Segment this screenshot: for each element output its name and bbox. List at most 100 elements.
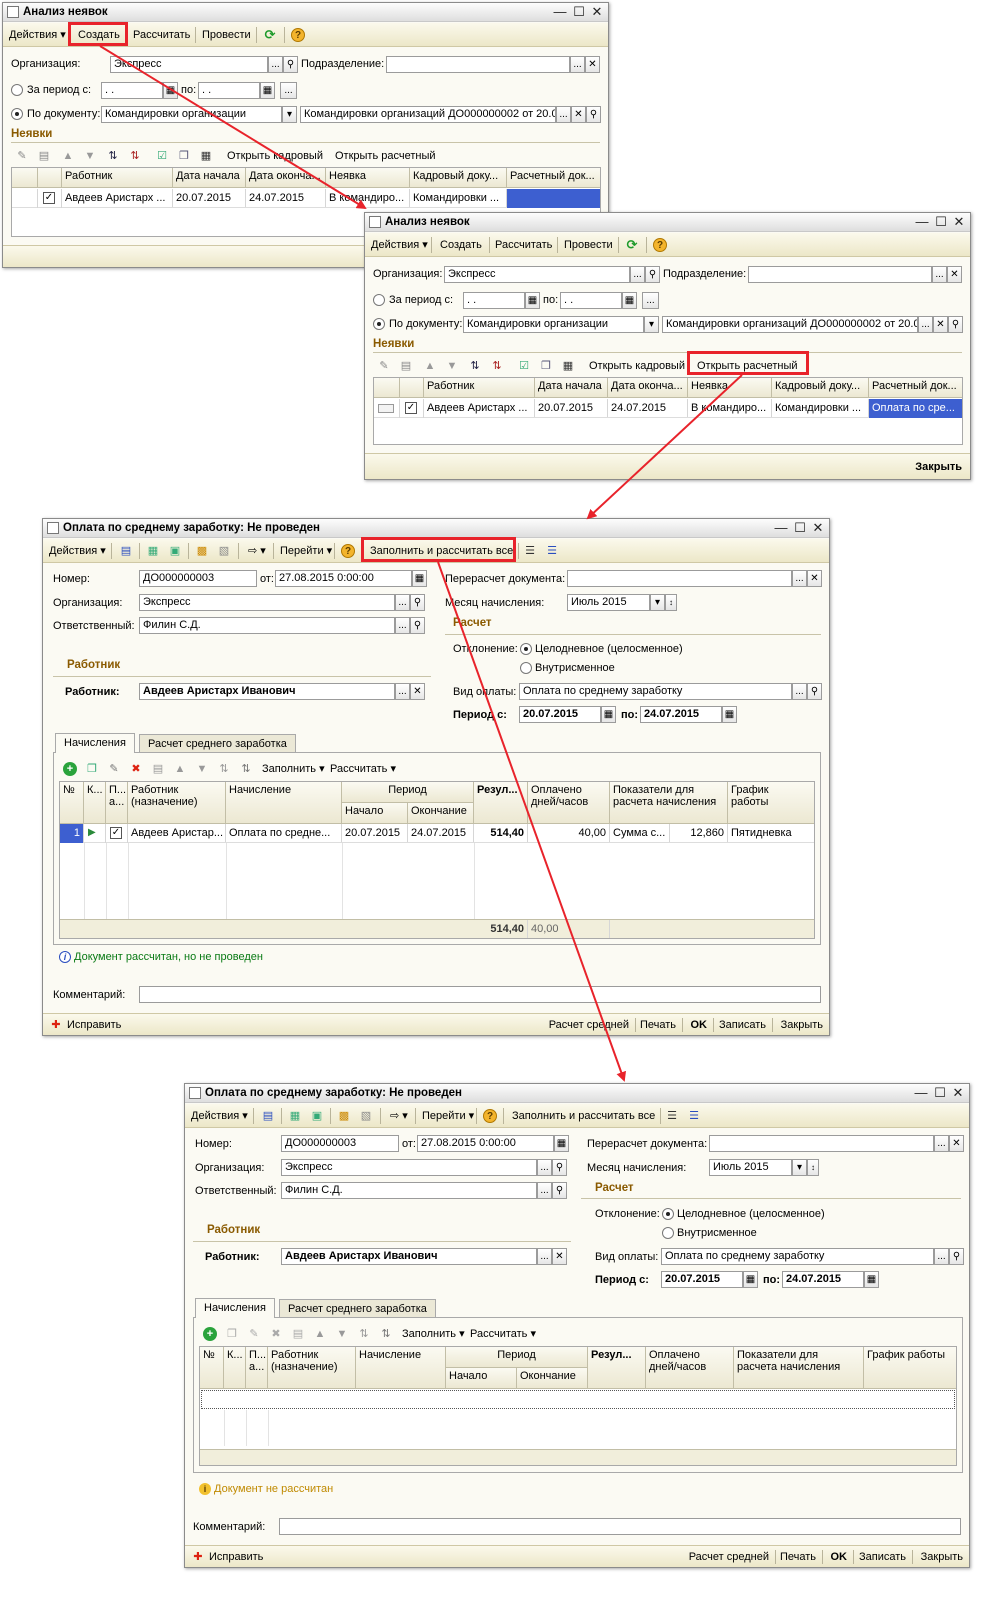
month-field[interactable]: Июль 2015 — [709, 1159, 792, 1176]
col-header-schedule[interactable]: График работы — [864, 1347, 956, 1389]
period-select-button[interactable]: ... — [280, 82, 297, 99]
sort-desc-icon[interactable]: ⇅ — [239, 762, 253, 776]
date-to-field[interactable]: . . — [560, 292, 622, 309]
table-row[interactable]: ✓ Авдеев Аристарх ... 20.07.2015 24.07.2… — [374, 399, 962, 418]
open-payroll-button[interactable]: Открыть расчетный — [694, 358, 801, 374]
move-down-icon[interactable]: ▼ — [195, 762, 209, 776]
doc-type-field[interactable]: Командировки организации — [463, 316, 644, 333]
table-row[interactable]: 1 ▶ ✓ Авдеев Аристар... Оплата по средне… — [60, 824, 814, 843]
fix-button[interactable]: Исправить — [209, 1549, 263, 1565]
date-to-field[interactable]: . . — [198, 82, 260, 99]
maximize-icon[interactable]: ☐ — [932, 1085, 948, 1101]
chevron-down-icon[interactable]: ▾ — [282, 106, 297, 123]
add-copy-icon[interactable]: ❐ — [85, 762, 99, 776]
org-field[interactable]: Экспресс — [139, 594, 395, 611]
help-icon[interactable]: ? — [653, 238, 667, 252]
move-up-icon[interactable]: ▲ — [173, 762, 187, 776]
edit-icon[interactable]: ✎ — [377, 359, 391, 373]
save-icon[interactable]: ▤ — [291, 1327, 305, 1341]
unpost-icon[interactable]: ▣ — [310, 1109, 324, 1123]
edit-icon[interactable]: ✎ — [247, 1327, 261, 1341]
row-checkbox[interactable]: ✓ — [405, 402, 417, 414]
clear-icon[interactable]: ✕ — [807, 570, 822, 587]
help-icon[interactable]: ? — [483, 1109, 497, 1123]
col-header-p[interactable]: П... а... — [246, 1347, 268, 1389]
create-button[interactable]: Создать — [75, 27, 123, 43]
tab-accruals[interactable]: Начисления — [55, 733, 135, 753]
worker-select-button[interactable]: ... — [537, 1248, 552, 1265]
recalc-select-button[interactable]: ... — [934, 1135, 949, 1152]
cell-selected[interactable]: Оплата по сре... — [869, 399, 962, 418]
intra-shift-radio[interactable] — [662, 1227, 674, 1239]
close-button[interactable]: Закрыть — [915, 459, 962, 475]
search-icon[interactable]: ⚲ — [410, 617, 425, 634]
dept-field[interactable] — [386, 56, 570, 73]
sort-asc-icon[interactable]: ⇅ — [357, 1327, 371, 1341]
search-icon[interactable]: ⚲ — [645, 266, 660, 283]
doc-select-button[interactable]: ... — [556, 106, 571, 123]
create-button[interactable]: Создать — [437, 237, 485, 253]
maximize-icon[interactable]: ☐ — [792, 520, 808, 536]
period-radio[interactable] — [11, 84, 23, 96]
by-document-radio[interactable] — [11, 108, 23, 120]
goto-menu[interactable]: Перейти ▾ — [277, 543, 335, 559]
col-header-k[interactable]: К... — [224, 1347, 246, 1389]
clear-icon[interactable]: ✕ — [410, 683, 425, 700]
close-icon[interactable]: ✕ — [810, 520, 826, 536]
calendar-icon[interactable]: ▦ — [601, 706, 616, 723]
number-field[interactable]: ДО000000003 — [139, 570, 257, 587]
avg-calc-button[interactable]: Расчет средней — [689, 1549, 769, 1565]
check-all-icon[interactable]: ☑ — [155, 149, 169, 163]
search-icon[interactable]: ⚲ — [586, 106, 601, 123]
col-header-n[interactable]: № — [200, 1347, 224, 1389]
org-field[interactable]: Экспресс — [444, 266, 630, 283]
list-icon[interactable]: ☰ — [665, 1109, 679, 1123]
col-header-period[interactable]: Период — [342, 782, 474, 803]
minimize-icon[interactable]: — — [552, 4, 568, 20]
save-icon[interactable]: ▤ — [37, 149, 51, 163]
pay-type-select-button[interactable]: ... — [792, 683, 807, 700]
search-icon[interactable]: ⚲ — [283, 56, 298, 73]
actions-menu[interactable]: Действия ▾ — [188, 1108, 251, 1124]
calculate-button[interactable]: Рассчитать — [492, 237, 555, 253]
close-button[interactable]: Закрыть — [781, 1017, 823, 1033]
recalc-field[interactable] — [709, 1135, 934, 1152]
tab-average-earnings[interactable]: Расчет среднего заработка — [139, 734, 296, 753]
recalc-field[interactable] — [567, 570, 792, 587]
month-spin-icon[interactable]: ↕ — [807, 1159, 819, 1176]
org-select-button[interactable]: ... — [630, 266, 645, 283]
clear-icon[interactable]: ✕ — [571, 106, 586, 123]
print-button[interactable]: Печать — [640, 1017, 676, 1033]
month-spin-icon[interactable]: ↕ — [665, 594, 677, 611]
period-to-field[interactable]: 24.07.2015 — [640, 706, 722, 723]
unpost-icon[interactable]: ▣ — [168, 544, 182, 558]
tab-average-earnings[interactable]: Расчет среднего заработка — [279, 1299, 436, 1318]
close-icon[interactable]: ✕ — [950, 1085, 966, 1101]
open-hr-button[interactable]: Открыть кадровый — [586, 358, 688, 374]
full-day-radio[interactable] — [520, 643, 532, 655]
actions-menu[interactable]: Действия ▾ — [368, 237, 431, 253]
recalc-select-button[interactable]: ... — [792, 570, 807, 587]
search-icon[interactable]: ⚲ — [552, 1159, 567, 1176]
comment-field[interactable] — [139, 986, 821, 1003]
col-header-period[interactable]: Период — [446, 1347, 588, 1368]
pay-type-field[interactable]: Оплата по среднему заработку — [519, 683, 792, 700]
month-field[interactable]: Июль 2015 — [567, 594, 650, 611]
grid-header[interactable]: Дата оконча... — [246, 168, 326, 188]
post-icon[interactable]: ▦ — [146, 544, 160, 558]
based-on-icon[interactable]: ▩ — [337, 1109, 351, 1123]
doc-select-button[interactable]: ... — [918, 316, 933, 333]
org-field[interactable]: Экспресс — [281, 1159, 537, 1176]
responsible-select-button[interactable]: ... — [537, 1182, 552, 1199]
ok-button[interactable]: OK — [831, 1549, 848, 1565]
dept-select-button[interactable]: ... — [932, 266, 947, 283]
edit-icon[interactable]: ✎ — [107, 762, 121, 776]
grid-header[interactable]: Работник — [62, 168, 173, 188]
col-header-schedule[interactable]: График работы — [728, 782, 814, 824]
calendar-icon[interactable]: ▦ — [163, 82, 178, 99]
structure-icon[interactable]: ☰ — [545, 544, 559, 558]
date-from-field[interactable]: . . — [101, 82, 163, 99]
add-icon[interactable]: + — [63, 762, 77, 776]
sort-desc-icon[interactable]: ⇅ — [128, 149, 142, 163]
uncheck-all-icon[interactable]: ▦ — [561, 359, 575, 373]
